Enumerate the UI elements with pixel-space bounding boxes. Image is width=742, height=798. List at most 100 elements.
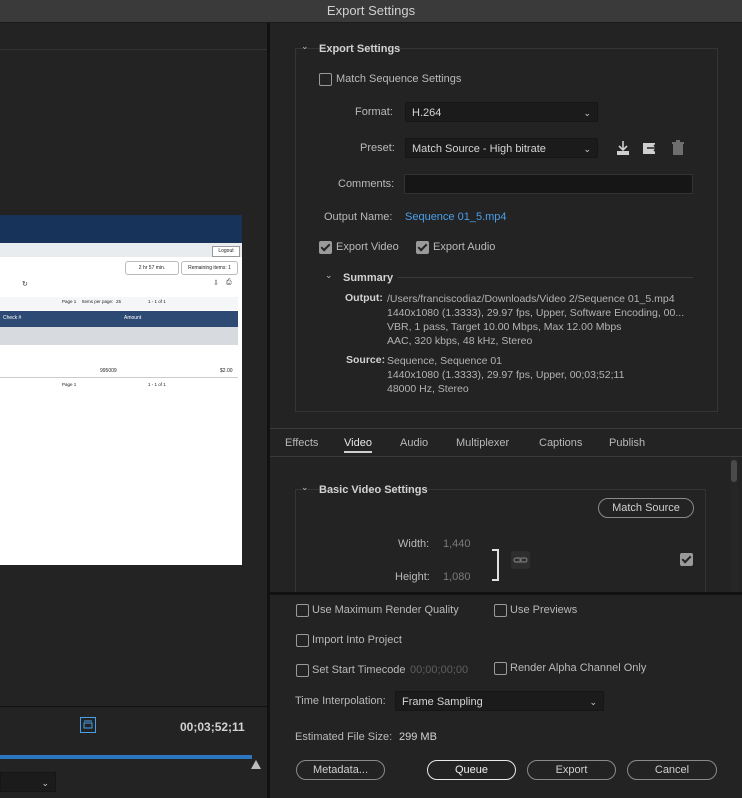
use-previews-label: Use Previews — [510, 604, 578, 616]
thumb-logout: Logout — [212, 246, 240, 257]
tab-audio[interactable]: Audio — [400, 437, 428, 449]
tab-effects[interactable]: Effects — [285, 437, 318, 449]
alpha-channel-label: Render Alpha Channel Only — [510, 662, 647, 674]
thumb-header-bar — [0, 215, 242, 243]
export-audio-checkbox[interactable] — [416, 241, 429, 254]
import-project-label: Import Into Project — [312, 634, 402, 646]
tab-captions[interactable]: Captions — [539, 437, 582, 449]
resolution-override-checkbox[interactable] — [680, 553, 693, 566]
source-line: Sequence, Sequence 01 — [387, 355, 503, 367]
summary-header: Summary — [343, 272, 394, 284]
zoom-select[interactable]: ⌄ — [0, 772, 56, 792]
chevron-down-icon: ⌄ — [41, 778, 49, 788]
chevron-down-icon[interactable]: ⌄ — [301, 482, 309, 493]
height-value[interactable]: 1,080 — [443, 571, 471, 583]
window-title: Export Settings — [0, 0, 742, 23]
export-video-checkbox[interactable] — [319, 241, 332, 254]
thumb-table-header: Check # Amount — [0, 311, 238, 327]
use-previews-checkbox[interactable] — [494, 604, 507, 617]
import-preset-icon[interactable] — [641, 139, 659, 157]
chevron-down-icon[interactable]: ⌄ — [325, 270, 333, 281]
preview-frame: Logout 2 hr 57 min. Remaining items: 1 ↻… — [0, 215, 242, 565]
output-line: /Users/franciscodiaz/Downloads/Video 2/S… — [387, 293, 675, 305]
timeline-bar[interactable] — [0, 755, 252, 759]
chevron-down-icon: ⌄ — [589, 697, 597, 707]
save-preset-icon[interactable] — [614, 139, 632, 157]
tabs-bottom-rule — [270, 456, 742, 457]
output-line: 1440x1080 (1.3333), 29.97 fps, Upper, So… — [387, 307, 685, 319]
preview-controls-divider — [0, 706, 267, 707]
export-video-label: Export Video — [336, 241, 399, 253]
thumb-table-band — [0, 327, 238, 345]
source-label: Source: — [346, 354, 386, 366]
max-render-checkbox[interactable] — [296, 604, 309, 617]
tab-multiplexer[interactable]: Multiplexer — [456, 437, 509, 449]
match-sequence-checkbox[interactable] — [319, 73, 332, 86]
preview-timecode: 00;03;52;11 — [180, 720, 245, 734]
preset-label: Preset: — [360, 142, 395, 154]
thumb-remaining: Remaining items: 1 — [181, 261, 238, 275]
link-icon[interactable] — [511, 551, 530, 569]
thumb-subbar — [0, 243, 242, 257]
thumb-download-icon: ⇩ — [213, 280, 219, 287]
max-render-label: Use Maximum Render Quality — [312, 604, 459, 616]
match-source-button[interactable]: Match Source — [598, 498, 694, 518]
width-label: Width: — [398, 538, 430, 550]
settings-panel: ⌄ Export Settings Match Sequence Setting… — [270, 23, 742, 601]
source-summary: Sequence, Sequence 01 1440x1080 (1.3333)… — [387, 354, 624, 396]
thumb-print-icon: ⎙ — [226, 279, 232, 286]
file-size-value: 299 MB — [399, 731, 437, 743]
metadata-button[interactable]: Metadata... — [296, 760, 385, 780]
chevron-down-icon[interactable]: ⌄ — [301, 41, 309, 52]
render-options-panel: Use Maximum Render Quality Use Previews … — [270, 595, 742, 798]
export-settings-header: Export Settings — [319, 43, 401, 55]
queue-button[interactable]: Queue — [427, 760, 516, 780]
preset-value: Match Source - High bitrate — [412, 143, 546, 155]
format-value: H.264 — [412, 107, 442, 119]
scrollbar-thumb[interactable] — [731, 460, 737, 482]
source-line: 1440x1080 (1.3333), 29.97 fps, Upper, 00… — [387, 369, 625, 381]
source-line: 48000 Hz, Stereo — [387, 383, 469, 395]
trash-icon[interactable] — [669, 139, 687, 157]
fit-frame-icon[interactable] — [80, 717, 96, 733]
import-project-checkbox[interactable] — [296, 634, 309, 647]
thumb-page: Page 1 — [62, 299, 77, 304]
output-line: VBR, 1 pass, Target 10.00 Mbps, Max 12.0… — [387, 321, 622, 333]
start-timecode-checkbox[interactable] — [296, 664, 309, 677]
thumb-pager-bottom: Page 1 1 - 1 of 1 — [0, 381, 238, 391]
export-button[interactable]: Export — [527, 760, 616, 780]
thumb-row-check: 995009 — [100, 368, 117, 374]
width-value[interactable]: 1,440 — [443, 538, 471, 550]
tab-publish[interactable]: Publish — [609, 437, 645, 449]
cancel-button[interactable]: Cancel — [627, 760, 717, 780]
thumb-range-bottom: 1 - 1 of 1 — [148, 382, 166, 387]
time-interpolation-select[interactable]: Frame Sampling ⌄ — [395, 691, 604, 711]
start-timecode-label: Set Start Timecode — [312, 664, 406, 676]
comments-label: Comments: — [338, 178, 395, 190]
comments-input[interactable] — [404, 174, 693, 194]
output-summary: /Users/franciscodiaz/Downloads/Video 2/S… — [387, 292, 684, 348]
output-label: Output: — [345, 292, 383, 304]
thumb-pager-bar: Page 1 Items per page: 25 1 - 1 of 1 — [0, 297, 238, 310]
thumb-page-bottom: Page 1 — [62, 382, 77, 387]
format-select[interactable]: H.264 ⌄ — [405, 102, 598, 122]
thumb-row-amount: $2.00 — [220, 368, 233, 374]
export-audio-label: Export Audio — [433, 241, 496, 253]
out-point-marker[interactable] — [251, 760, 261, 769]
chevron-down-icon: ⌄ — [583, 144, 591, 154]
preset-select[interactable]: Match Source - High bitrate ⌄ — [405, 138, 598, 158]
thumb-items-per-page: Items per page: — [82, 299, 114, 304]
thumb-refresh-icon: ↻ — [22, 281, 28, 288]
aspect-bracket — [492, 549, 499, 581]
output-line: AAC, 320 kbps, 48 kHz, Stereo — [387, 335, 533, 347]
tab-video[interactable]: Video — [344, 437, 372, 453]
alpha-channel-checkbox[interactable] — [494, 662, 507, 675]
preview-panel: Logout 2 hr 57 min. Remaining items: 1 ↻… — [0, 23, 267, 798]
output-name-link[interactable]: Sequence 01_5.mp4 — [405, 211, 507, 223]
output-name-label: Output Name: — [324, 211, 393, 223]
chevron-down-icon: ⌄ — [583, 108, 591, 118]
tabs-top-rule — [270, 428, 742, 429]
match-sequence-label: Match Sequence Settings — [336, 73, 462, 85]
start-timecode-value[interactable]: 00;00;00;00 — [410, 664, 468, 676]
video-settings-header: Basic Video Settings — [319, 484, 428, 496]
